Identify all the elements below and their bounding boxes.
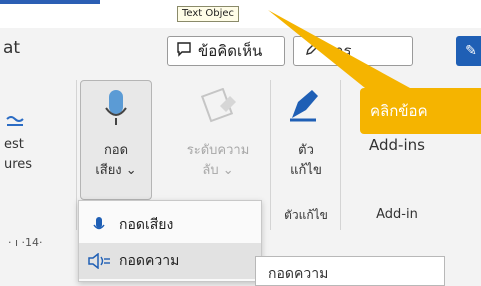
menu-item-dictate-label: กอดเสียง [119,217,174,233]
comment-icon [176,41,192,61]
left-group-label-2: ures [4,157,33,172]
ribbon-separator [270,80,271,230]
sensitivity-label-1: ระดับความ [186,143,250,158]
menu-item-dictate[interactable]: กอดเสียง [79,207,261,243]
instruction-callout: คลิกข้อค [360,88,481,134]
share-button[interactable]: ✎ [456,36,481,66]
dictate-label-2: เสียง ⌄ [95,163,137,178]
dictate-label-1: กอด [103,143,129,158]
editor-group-label: ตัวแก้ไข [284,208,328,222]
menu-item-read-aloud-label: กอดความ [119,253,180,269]
share-icon: ✎ [465,43,477,59]
ruler: · ı ·14· [8,236,43,249]
editor-icon [288,88,322,128]
ribbon-separator [340,80,341,230]
menu-item-read-aloud[interactable]: กอดความ [79,243,261,279]
editor-label-2: แก้ไข [290,163,322,178]
ribbon-separator [76,80,77,230]
microphone-icon [79,216,119,234]
text-object-tooltip: Text Objec [177,6,240,22]
read-aloud-icon [79,253,119,269]
comments-button[interactable]: ข้อคิดเห็น [167,36,285,66]
top-title-bar: Text Objec [0,0,481,28]
active-tab-indicator [0,0,100,4]
microphone-icon [101,88,131,132]
left-cropped-text: at [3,38,21,58]
pencil-icon [304,41,320,61]
read-aloud-tooltip: กอดความ [255,256,445,286]
left-group-icon [6,112,24,131]
editor-label-1: ตัว [298,143,314,158]
editing-button[interactable]: การ [293,36,413,66]
addins-group-label: Add-in [376,207,418,222]
left-group-label-1: est [4,137,24,152]
sensitivity-label-2: ลับ ⌄ [202,163,234,178]
comments-button-label: ข้อคิดเห็น [198,42,263,60]
editing-button-label: การ [326,42,352,60]
addins-button[interactable]: Add-ins [352,136,442,154]
dictate-dropdown-menu: กอดเสียง กอดความ [78,200,262,282]
sensitivity-icon [200,87,240,128]
